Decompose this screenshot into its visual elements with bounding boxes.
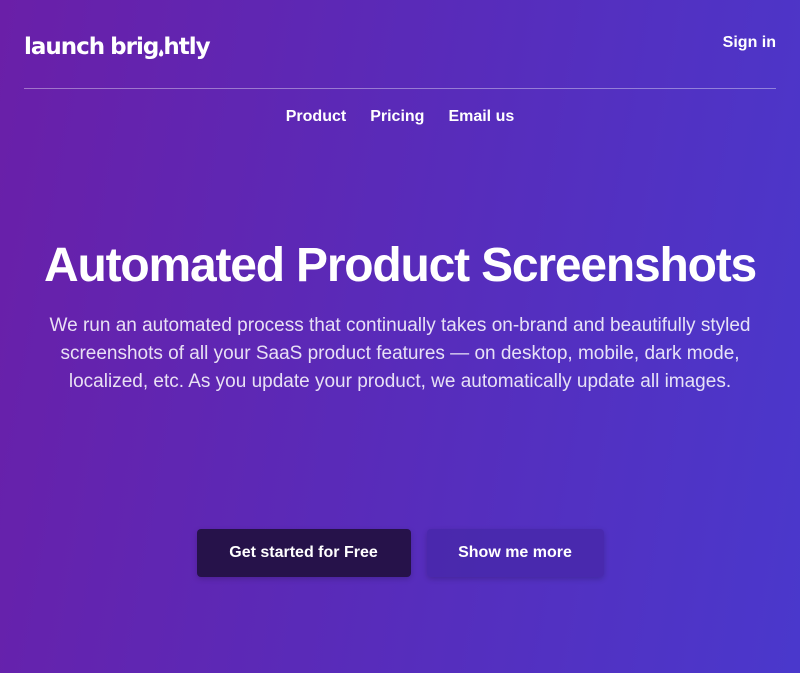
get-started-button[interactable]: Get started for Free bbox=[196, 529, 411, 577]
nav-item-product[interactable]: Product bbox=[286, 106, 346, 128]
main-nav: Product Pricing Email us bbox=[0, 106, 800, 128]
logo-text-launch: launch bbox=[24, 34, 105, 60]
nav-item-email-us[interactable]: Email us bbox=[448, 106, 514, 128]
brand-logo[interactable]: launch brig htly bbox=[24, 27, 211, 63]
signin-link[interactable]: Sign in bbox=[723, 34, 776, 52]
hero-subtitle: We run an automated process that continu… bbox=[49, 315, 751, 392]
logo-text-brig: brig bbox=[110, 34, 159, 60]
logo-text-htly: htly bbox=[163, 34, 210, 60]
show-more-button[interactable]: Show me more bbox=[426, 529, 604, 577]
site-header: launch brig htly Sign in bbox=[24, 0, 776, 89]
nav-item-pricing[interactable]: Pricing bbox=[370, 106, 424, 128]
flame-icon bbox=[159, 49, 164, 57]
hero-title: Automated Product Screenshots bbox=[44, 239, 757, 292]
cta-group: Get started for Free Show me more bbox=[0, 529, 800, 577]
